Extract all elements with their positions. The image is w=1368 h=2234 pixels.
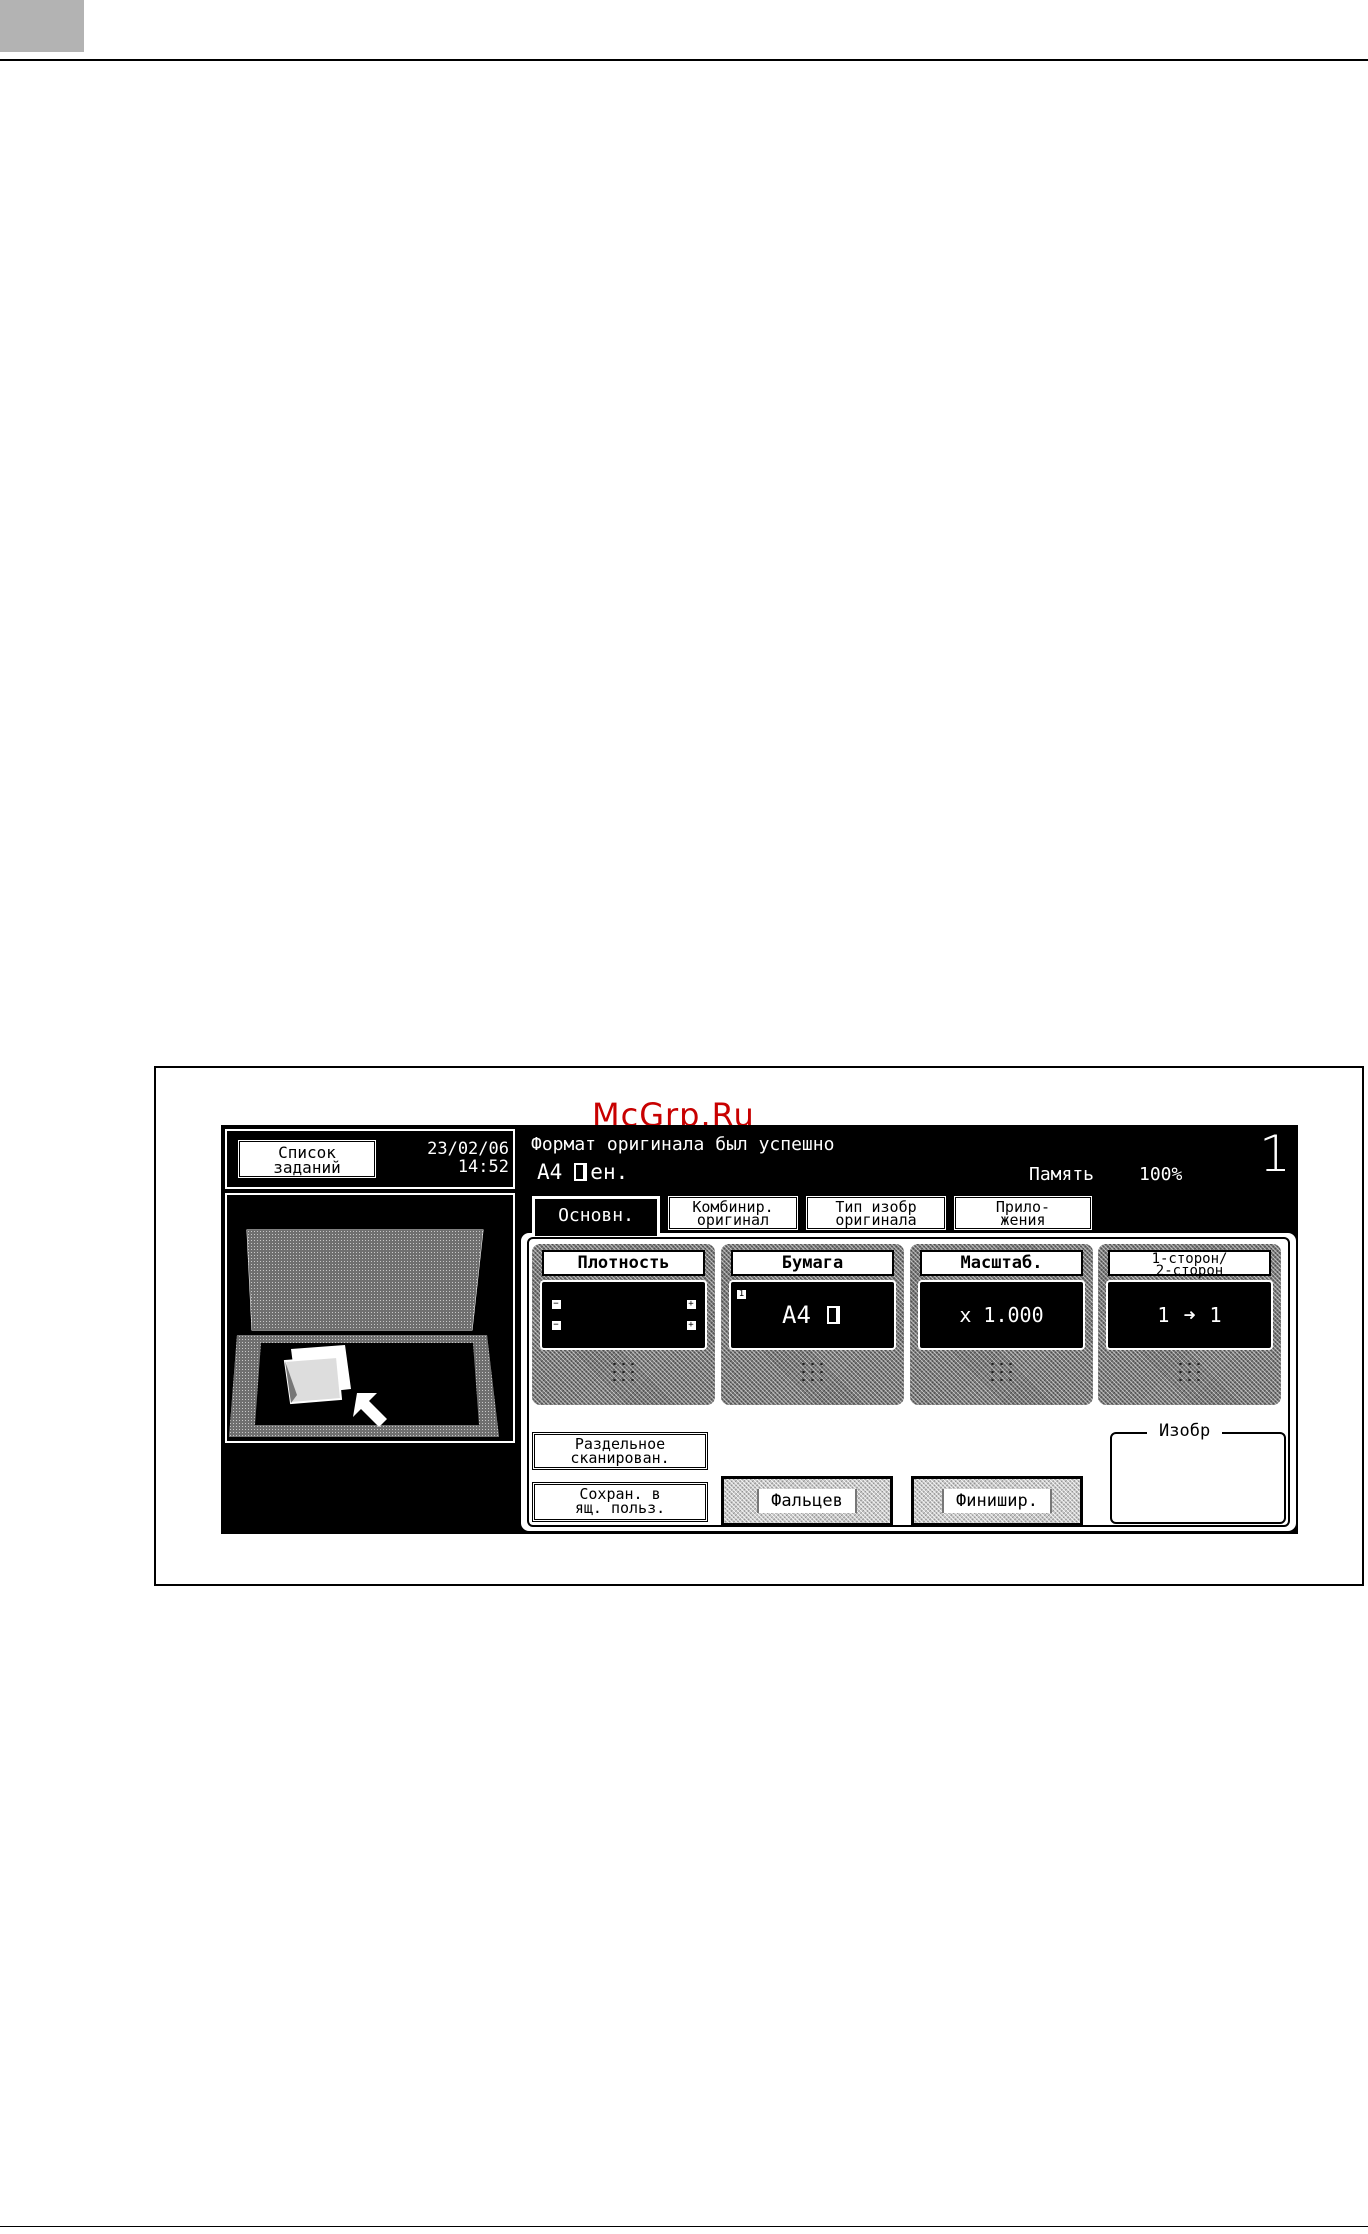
status-message: Формат оригинала был успешно [531, 1134, 835, 1155]
job-list-button[interactable]: Список заданий [237, 1139, 377, 1179]
card-grip-icon [1176, 1360, 1204, 1382]
density-row-upper: − + [551, 1299, 696, 1309]
duplex-card[interactable]: 1-сторон/ 2-сторон 1 ➜ 1 [1098, 1244, 1281, 1405]
finishing-button[interactable]: Финишир. [911, 1476, 1083, 1526]
portrait-orientation-icon [574, 1163, 588, 1181]
image-panel-label: Изобр [1147, 1421, 1223, 1441]
fold-button[interactable]: Фальцев [721, 1476, 893, 1526]
portrait-orientation-icon [826, 1306, 840, 1324]
card-grip-icon [799, 1360, 827, 1382]
tab-original-image-type[interactable]: Тип изобр оригинала [805, 1195, 947, 1231]
finishing-button-label: Финишир. [942, 1489, 1052, 1513]
copier-control-panel: Список заданий 23/02/06 14:52 Формат ори… [221, 1125, 1298, 1534]
paper-card[interactable]: Бумага 1 A4 [721, 1244, 904, 1405]
original-preview [225, 1193, 515, 1443]
tray-number: 1 [737, 1289, 746, 1299]
plus-icon: + [686, 1320, 696, 1330]
tab-applications[interactable]: Прило- жения [953, 1195, 1093, 1231]
zoom-value: x 1.000 [918, 1280, 1085, 1350]
fold-button-label: Фальцев [757, 1489, 857, 1513]
top-rule [0, 59, 1368, 61]
paper-value: 1 A4 [729, 1280, 896, 1350]
density-row-lower: − + [551, 1320, 696, 1330]
image-panel [1110, 1432, 1286, 1524]
density-label: Плотность [542, 1250, 705, 1276]
copy-count: 1 [1259, 1125, 1291, 1183]
paper-label: Бумага [731, 1250, 894, 1276]
tab-basic[interactable]: Основн. [532, 1196, 660, 1236]
minus-icon: − [551, 1299, 561, 1309]
save-in-user-box-button[interactable]: Сохран. в ящ. польз. [532, 1482, 708, 1522]
density-card[interactable]: Плотность − + − + [532, 1244, 715, 1405]
arrow-right-icon: ➜ [1183, 1303, 1196, 1327]
zoom-label: Масштаб. [920, 1250, 1083, 1276]
date-time: 23/02/06 14:52 [427, 1139, 509, 1177]
bottom-rule [0, 2226, 1368, 2227]
job-list-area: Список заданий 23/02/06 14:52 [225, 1129, 515, 1189]
density-scale: − + − + [540, 1280, 707, 1350]
card-grip-icon [988, 1360, 1016, 1382]
original-size: A4 [537, 1160, 563, 1184]
duplex-label: 1-сторон/ 2-сторон [1108, 1250, 1271, 1278]
tab-combine-original[interactable]: Комбинир. оригинал [667, 1195, 799, 1231]
duplex-value: 1 ➜ 1 [1106, 1280, 1273, 1350]
paper-size: A4 [782, 1301, 811, 1329]
page-corner-marker [0, 0, 84, 52]
card-grip-icon [610, 1360, 638, 1382]
memory-label: Память [1029, 1164, 1095, 1185]
plus-icon: + [686, 1299, 696, 1309]
original-size-suffix: ен. [590, 1160, 629, 1184]
original-size-message: A4 ен. [537, 1160, 628, 1184]
duplex-from: 1 [1157, 1303, 1170, 1327]
scanner-glass-illustration [229, 1229, 499, 1437]
zoom-card[interactable]: Масштаб. x 1.000 [910, 1244, 1093, 1405]
minus-icon: − [551, 1320, 561, 1330]
memory-value: 100% [1139, 1164, 1183, 1185]
duplex-to: 1 [1209, 1303, 1222, 1327]
separate-scan-button[interactable]: Раздельное сканирован. [532, 1432, 708, 1470]
